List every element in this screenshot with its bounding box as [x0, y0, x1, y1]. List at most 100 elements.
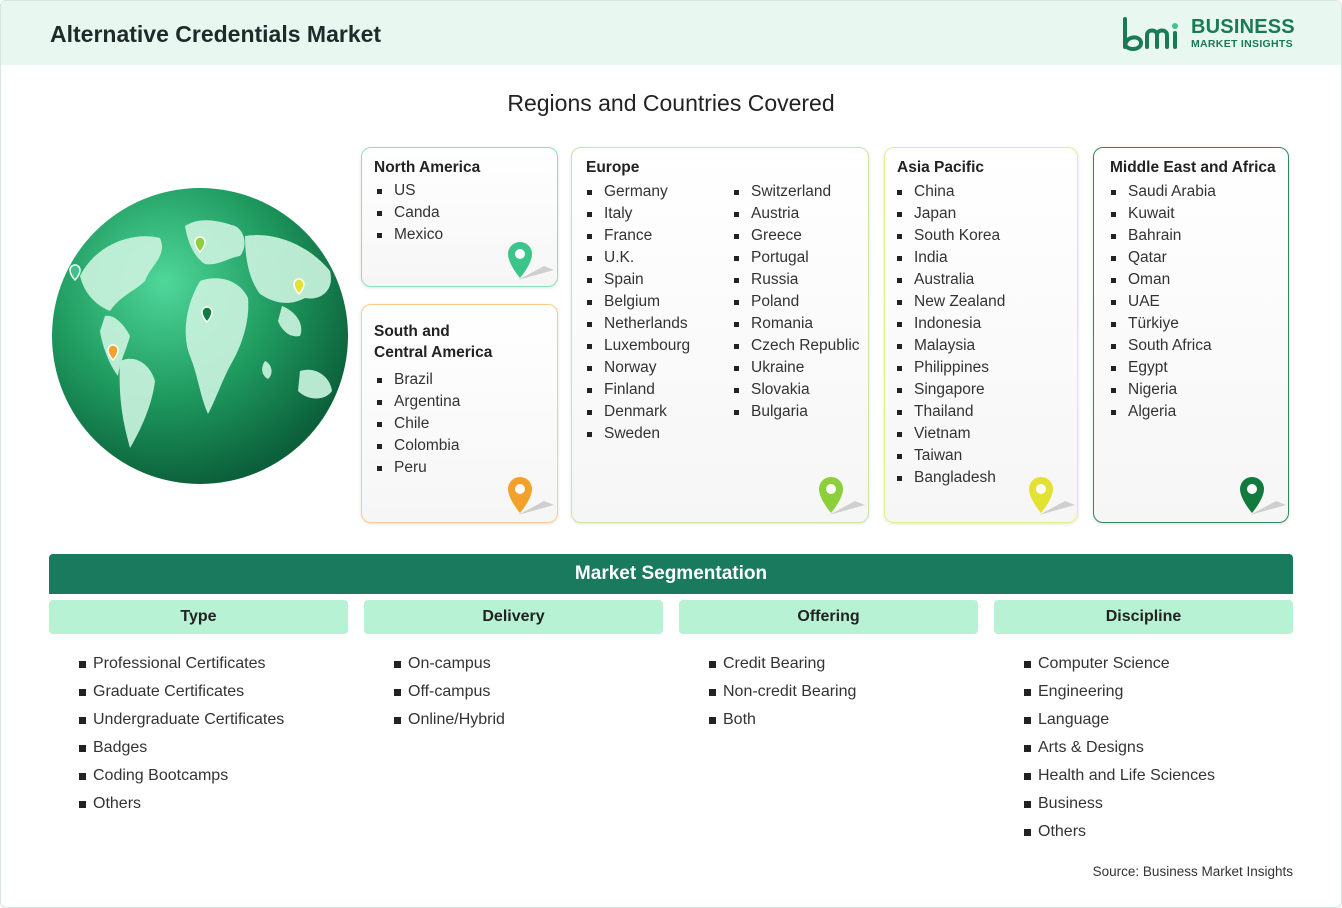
list-item: Netherlands: [587, 313, 690, 335]
list-item: Badges: [79, 734, 284, 762]
list-item: Norway: [587, 357, 690, 379]
logo-text-market-insights: MARKET INSIGHTS: [1191, 38, 1293, 50]
list-item: Saudi Arabia: [1111, 181, 1216, 203]
list-item: Undergraduate Certificates: [79, 706, 284, 734]
list-item: Italy: [587, 203, 690, 225]
list-item: Malaysia: [897, 335, 1005, 357]
list-item: Algeria: [1111, 401, 1216, 423]
map-pin-icon: [819, 477, 865, 515]
list-item: Egypt: [1111, 357, 1216, 379]
list-item: Both: [709, 706, 856, 734]
list-item: Computer Science: [1024, 650, 1215, 678]
segment-list-offering: Credit Bearing Non-credit Bearing Both: [709, 650, 856, 734]
list-item: Others: [79, 790, 284, 818]
list-item: U.K.: [587, 247, 690, 269]
list-item: Ukraine: [734, 357, 860, 379]
list-item: Colombia: [377, 435, 460, 457]
list-item: On-campus: [394, 650, 505, 678]
list-item: Denmark: [587, 401, 690, 423]
list-item: Nigeria: [1111, 379, 1216, 401]
regions-title: Regions and Countries Covered: [507, 90, 835, 116]
list-item: Japan: [897, 203, 1005, 225]
region-title: Asia Pacific: [897, 159, 985, 176]
segment-list-delivery: On-campus Off-campus Online/Hybrid: [394, 650, 505, 734]
list-item: Finland: [587, 379, 690, 401]
list-item: Poland: [734, 291, 860, 313]
list-item: Engineering: [1024, 678, 1215, 706]
segment-heading-offering: Offering: [679, 600, 978, 634]
list-item: Slovakia: [734, 379, 860, 401]
country-list-col1: Germany Italy France U.K. Spain Belgium …: [587, 181, 690, 445]
page-title: Alternative Credentials Market: [50, 21, 382, 47]
list-item: Spain: [587, 269, 690, 291]
list-item: Philippines: [897, 357, 1005, 379]
list-item: Vietnam: [897, 423, 1005, 445]
region-title: Europe: [586, 159, 640, 176]
segmentation-title-bar: Market Segmentation: [49, 554, 1293, 594]
map-pin-icon: [1029, 477, 1075, 515]
list-item: Greece: [734, 225, 860, 247]
region-card-south-central-america: South and Central America Brazil Argenti…: [361, 304, 558, 523]
region-card-north-america: North America US Canda Mexico: [361, 147, 558, 287]
list-item: New Zealand: [897, 291, 1005, 313]
segment-heading-discipline: Discipline: [994, 600, 1293, 634]
list-item: China: [897, 181, 1005, 203]
segment-list-type: Professional Certificates Graduate Certi…: [79, 650, 284, 818]
list-item: Graduate Certificates: [79, 678, 284, 706]
list-item: Peru: [377, 457, 460, 479]
list-item: Russia: [734, 269, 860, 291]
source-note: Source: Business Market Insights: [1092, 864, 1293, 879]
region-title: South and Central America: [374, 321, 492, 363]
bmi-logo-icon: [1123, 17, 1178, 51]
brand-logo: BUSINESS MARKET INSIGHTS: [1121, 15, 1296, 55]
region-card-asia-pacific: Asia Pacific China Japan South Korea Ind…: [884, 147, 1078, 523]
list-item: Language: [1024, 706, 1215, 734]
logo-text-business: BUSINESS: [1191, 16, 1295, 38]
list-item: Austria: [734, 203, 860, 225]
country-list-col2: Switzerland Austria Greece Portugal Russ…: [734, 181, 860, 423]
list-item: Canda: [377, 202, 443, 224]
list-item: Professional Certificates: [79, 650, 284, 678]
list-item: UAE: [1111, 291, 1216, 313]
list-item: Thailand: [897, 401, 1005, 423]
list-item: Kuwait: [1111, 203, 1216, 225]
list-item: Switzerland: [734, 181, 860, 203]
segment-heading-type: Type: [49, 600, 348, 634]
region-card-europe: Europe Germany Italy France U.K. Spain B…: [571, 147, 869, 523]
list-item: Taiwan: [897, 445, 1005, 467]
region-title: Middle East and Africa: [1110, 159, 1276, 176]
list-item: Belgium: [587, 291, 690, 313]
list-item: Qatar: [1111, 247, 1216, 269]
list-item: Online/Hybrid: [394, 706, 505, 734]
country-list: Saudi Arabia Kuwait Bahrain Qatar Oman U…: [1111, 181, 1216, 423]
region-title-line2: Central America: [374, 344, 493, 361]
list-item: Bahrain: [1111, 225, 1216, 247]
list-item: Luxembourg: [587, 335, 690, 357]
list-item: Sweden: [587, 423, 690, 445]
list-item: Off-campus: [394, 678, 505, 706]
list-item: Brazil: [377, 369, 460, 391]
segment-list-discipline: Computer Science Engineering Language Ar…: [1024, 650, 1215, 846]
country-list: Brazil Argentina Chile Colombia Peru: [377, 369, 460, 479]
country-list: China Japan South Korea India Australia …: [897, 181, 1005, 489]
list-item: Mexico: [377, 224, 443, 246]
list-item: Türkiye: [1111, 313, 1216, 335]
list-item: Australia: [897, 269, 1005, 291]
list-item: Credit Bearing: [709, 650, 856, 678]
list-item: India: [897, 247, 1005, 269]
list-item: Portugal: [734, 247, 860, 269]
list-item: Others: [1024, 818, 1215, 846]
segment-heading-delivery: Delivery: [364, 600, 663, 634]
list-item: Indonesia: [897, 313, 1005, 335]
list-item: Coding Bootcamps: [79, 762, 284, 790]
list-item: South Korea: [897, 225, 1005, 247]
region-title-line1: South and: [374, 323, 450, 340]
globe-illustration: [52, 188, 348, 484]
map-pin-icon: [508, 477, 554, 515]
list-item: Singapore: [897, 379, 1005, 401]
region-card-middle-east-africa: Middle East and Africa Saudi Arabia Kuwa…: [1093, 147, 1289, 523]
list-item: Bangladesh: [897, 467, 1005, 489]
list-item: France: [587, 225, 690, 247]
list-item: Chile: [377, 413, 460, 435]
list-item: US: [377, 180, 443, 202]
